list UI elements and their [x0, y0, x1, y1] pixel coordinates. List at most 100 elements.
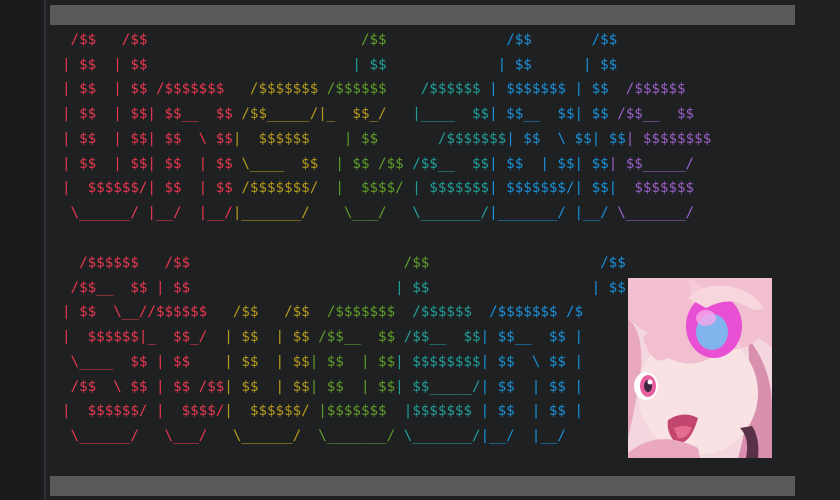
ascii-segment: | $$	[395, 279, 592, 296]
ascii-segment: \______/ \___/	[62, 427, 233, 444]
ascii-segment: |$$$$$$$	[403, 403, 481, 420]
ascii-segment: | $$ | $$| $$	[489, 155, 609, 172]
ascii-segment: | $$	[352, 56, 498, 73]
ascii-line: | $$ | $$| $$ | $$ \____ $$ | $$ /$$ /$$…	[62, 152, 711, 177]
ascii-segment: | $$ \ $$| $$	[506, 130, 626, 147]
ascii-segment: | $$ | $$ /$$$$$$$	[62, 81, 250, 98]
ascii-segment: | $$$$$$$/| $$|	[489, 180, 635, 197]
ascii-segment: \_______/	[318, 427, 404, 444]
ascii-segment: /$$__ $$	[412, 155, 490, 172]
ascii-segment: /$$ /$$	[506, 32, 618, 48]
ascii-segment: /$$	[403, 255, 601, 271]
ascii-segment: /$$_____/|_ $$_/	[241, 106, 413, 123]
ascii-segment: | $$$$$$	[232, 130, 344, 147]
ascii-line: /$$$$$$ /$$ /$$ /$$	[62, 251, 626, 276]
ascii-segment: | $$ | $$| $$ | $$	[62, 155, 242, 172]
ascii-line: /$$ \ $$ | $$ /$$| $$ | $$| $$ | $$| $$_…	[62, 375, 626, 400]
ascii-segment: /$$ /$$	[62, 32, 361, 48]
ascii-segment: \_______/	[403, 427, 481, 444]
ascii-line: | $$ \__//$$$$$$ /$$ /$$ /$$$$$$$ /$$$$$…	[62, 300, 626, 325]
ascii-line: /$$ /$$ /$$ /$$ /$$	[62, 28, 711, 53]
ascii-segment: |__/ |__/	[480, 427, 566, 444]
ascii-segment: /$$__ $$	[403, 329, 481, 346]
ascii-line: | $$ | $$| $$__ $$ /$$_____/|_ $$_/ |___…	[62, 102, 711, 127]
ascii-segment: |$$$$$$$	[318, 403, 404, 420]
ascii-segment: | $$$$$$|_ $$_/	[62, 329, 225, 346]
ascii-segment: | $$ \__//$$$$$$	[62, 304, 233, 321]
ascii-segment: |_______/	[232, 204, 310, 221]
ascii-line: | $$ | $$ /$$$$$$$ /$$$$$$$ /$$$$$$ /$$$…	[62, 77, 711, 102]
editor-gutter	[0, 0, 44, 500]
ascii-segment: /$$$$$$	[326, 81, 421, 98]
ascii-segment: | $$ | $$	[224, 353, 310, 370]
ascii-segment: /$$ \ $$ | $$ /$$	[62, 378, 225, 395]
ascii-segment: | $$$$$$$	[412, 180, 490, 197]
top-separator-bar	[50, 5, 795, 25]
ascii-segment: | $$$$$$$$	[625, 130, 712, 147]
bottom-separator-bar	[50, 476, 795, 496]
ascii-segment: /$$$$$$	[625, 81, 686, 98]
ascii-segment: /$$$$$$$	[249, 81, 327, 98]
ascii-segment: | $$ /$$	[318, 155, 413, 172]
ascii-banner-bottom: /$$$$$$ /$$ /$$ /$$ /$$__ $$ | $$ | $$ |…	[62, 251, 626, 449]
ascii-segment: | $$	[343, 130, 438, 147]
ascii-segment: /$$$$$$$	[437, 130, 507, 147]
ascii-segment: | $$$$$$$ | $$	[489, 81, 626, 98]
ascii-segment: /$$$$$$	[420, 81, 490, 98]
ascii-segment: /$$$$$$$/	[241, 180, 319, 197]
ascii-segment: /$$	[360, 32, 507, 48]
ascii-segment: | $$ | $$	[62, 56, 353, 73]
ascii-segment: /$$__ $$	[617, 106, 695, 123]
ascii-line: | $$ | $$| $$ \ $$| $$$$$$ | $$ /$$$$$$$…	[62, 127, 711, 152]
ascii-segment: | $$ | $$ |	[480, 403, 584, 420]
ascii-segment: /$$$$$$	[412, 304, 490, 321]
ascii-segment: /$$$$$$$	[326, 304, 413, 321]
ascii-segment: /$$	[600, 255, 626, 271]
ascii-segment: | $$$$$$$$	[395, 353, 481, 370]
ascii-segment: \____ $$ | $$	[62, 353, 225, 370]
ascii-line: \____ $$ | $$ | $$ | $$| $$ | $$| $$$$$$…	[62, 350, 626, 375]
ascii-segment: | $$ | $$| $$__ $$	[62, 106, 242, 123]
ascii-segment: \___/	[309, 204, 413, 221]
ascii-segment: \______/ |__/ |__/	[62, 204, 233, 221]
gutter-divider	[44, 0, 46, 500]
ascii-segment: |_______/ |__/	[489, 204, 618, 221]
ascii-segment: \_______/	[617, 204, 695, 221]
ascii-segment: | $$ \ $$ |	[480, 353, 584, 370]
ascii-segment: | $$ | $$	[309, 378, 396, 395]
ascii-segment: |____ $$	[412, 106, 490, 123]
anime-portrait-image	[628, 278, 772, 458]
ascii-line: | $$ | $$ | $$ | $$ | $$	[62, 53, 711, 78]
ascii-segment: | $$ | $$| $$ \ $$	[62, 130, 233, 147]
ascii-line: \______/ \___/ \______/ \_______/ \_____…	[62, 424, 626, 449]
ascii-segment: | $$ | $$	[224, 378, 310, 395]
ascii-segment: $$$$$$$	[634, 180, 695, 197]
ascii-segment: /$$$$$$ /$$	[62, 255, 404, 271]
ascii-banner-top: /$$ /$$ /$$ /$$ /$$ | $$ | $$ | $$ | $$ |…	[62, 28, 711, 226]
ascii-line: /$$__ $$ | $$ | $$ | $$	[62, 276, 626, 301]
ascii-segment: | $$ | $$ |	[480, 378, 584, 395]
ascii-segment: | $$	[591, 279, 626, 296]
ascii-segment: \_______/	[412, 204, 490, 221]
ascii-segment: | $$$$$$/| $$ | $$	[62, 180, 242, 197]
ascii-segment: | $$ | $$	[497, 56, 618, 73]
ascii-segment: | $$ | $$	[309, 353, 396, 370]
ascii-segment: | $$__ $$ |	[480, 329, 584, 346]
ascii-line: | $$$$$$/ | $$$$/| $$$$$$/ |$$$$$$$ |$$$…	[62, 399, 626, 424]
ascii-segment: | $$__ $$| $$	[489, 106, 618, 123]
ascii-segment: | $$$$$$/ | $$$$/	[62, 403, 225, 420]
ascii-segment: /$$__ $$ | $$	[62, 279, 396, 296]
ascii-segment: | $$_____/	[395, 378, 481, 395]
ascii-segment: | $$ | $$	[224, 329, 319, 346]
ascii-segment: /$$ /$$	[232, 304, 327, 321]
ascii-segment: /$$$$$$$ /$	[489, 304, 584, 321]
ascii-line: | $$$$$$/| $$ | $$ /$$$$$$$/ | $$$$/ | $…	[62, 176, 711, 201]
ascii-line: | $$$$$$|_ $$_/ | $$ | $$ /$$__ $$ /$$__…	[62, 325, 626, 350]
ascii-segment: | $$_____/	[608, 155, 695, 172]
ascii-segment: | $$$$$$/	[224, 403, 319, 420]
ascii-segment: /$$__ $$	[318, 329, 404, 346]
portrait-illustration	[628, 278, 772, 458]
ascii-line: \______/ |__/ |__/|_______/ \___/ \_____…	[62, 201, 711, 226]
ascii-segment: \______/	[232, 427, 319, 444]
ascii-segment: | $$$$/	[318, 180, 413, 197]
